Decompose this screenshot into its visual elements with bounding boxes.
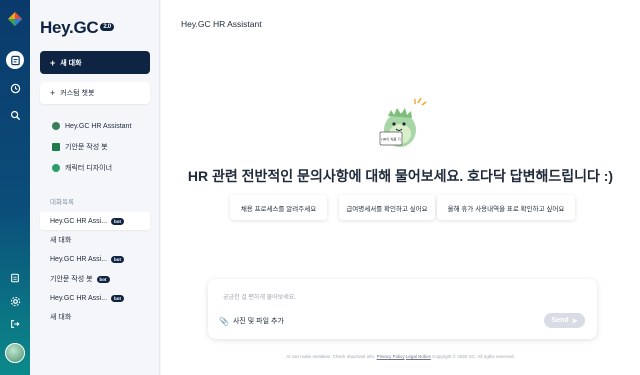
mascot-illustration: HR이 처음 기	[379, 97, 427, 147]
plus-icon: +	[50, 88, 56, 98]
message-input[interactable]: 궁금한 걸 편하게 물어보세요.	[223, 292, 296, 301]
footer-disclaimer: AI can make mistakes. Check important in…	[161, 354, 640, 359]
logo-icon[interactable]	[7, 11, 23, 27]
custom-bot-label: 커스텀 챗봇	[60, 90, 95, 97]
page-title: Hey.GC HR Assistant	[181, 19, 262, 29]
bot-link-character[interactable]: 캐릭터 디자이너	[52, 163, 112, 173]
chat-item-label: 새 대화	[50, 314, 72, 321]
chat-item[interactable]: Hey.GC HR Assi... bot	[40, 250, 150, 268]
mascot-sign-text: HR이 처음 기	[381, 137, 400, 142]
settings-icon[interactable]	[6, 292, 24, 310]
suggestion-chip[interactable]: 채용 프로세스를 알려주세요	[230, 195, 327, 220]
suggestion-chip[interactable]: 급여명세서를 확인하고 싶어요	[339, 195, 435, 220]
legal-link[interactable]: Legal Notice	[406, 354, 431, 359]
custom-bot-button[interactable]: + 커스텀 챗봇	[40, 82, 150, 104]
paperclip-icon: 📎	[219, 316, 229, 326]
new-chat-button[interactable]: + 새 대화	[40, 51, 150, 74]
sidebar: Hey.GC 2.0 + 새 대화 + 커스텀 챗봇 Hey.GC HR Assist…	[30, 0, 160, 375]
privacy-link[interactable]: Privacy Policy	[377, 354, 405, 359]
copyright-text: Copyright © 2025 GC. All rights reserved…	[432, 354, 515, 359]
chat-item-label: Hey.GC HR Assi...	[50, 255, 108, 263]
disclaimer-text: AI can make mistakes. Check important in…	[286, 354, 376, 359]
chat-item-label: 새 대화	[50, 237, 72, 244]
bot-badge: bot	[96, 275, 110, 283]
attach-button[interactable]: 📎 사진 및 파일 추가	[219, 316, 284, 326]
chat-item[interactable]: 새 대화	[40, 308, 150, 326]
chat-item[interactable]: Hey.GC HR Assi... bot	[40, 212, 150, 230]
new-chat-label: 새 대화	[60, 59, 82, 67]
avatar[interactable]	[5, 343, 25, 363]
chat-icon[interactable]	[6, 51, 24, 69]
bot-link-label: Hey.GC HR Assistant	[65, 122, 132, 130]
bot-badge: bot	[111, 255, 125, 263]
send-arrow-icon: ➤	[571, 317, 578, 325]
main-panel: Hey.GC HR Assistant HR이 처음 기 HR 관련 전반적인 …	[161, 0, 640, 375]
chat-item[interactable]: Hey.GC HR Assi... bot	[40, 289, 150, 307]
chat-item-label: Hey.GC HR Assi...	[50, 294, 108, 302]
guide-icon[interactable]	[6, 269, 24, 287]
brand-name: Hey.GC	[40, 18, 99, 37]
bot-link-draft[interactable]: 기안문 작성 봇	[52, 142, 108, 152]
chat-list-label: 대화목록	[50, 199, 74, 206]
chat-item-label: 기안문 작성 봇	[50, 276, 93, 283]
plus-icon: +	[50, 57, 56, 68]
message-composer: 궁금한 걸 편하게 물어보세요. 📎 사진 및 파일 추가 Send ➤	[208, 279, 597, 339]
document-bot-icon	[52, 143, 60, 151]
bot-badge: bot	[111, 294, 125, 302]
welcome-headline: HR 관련 전반적인 문의사항에 대해 물어보세요. 호다닥 답변해드립니다 :…	[187, 168, 614, 184]
bot-link-hr-assistant[interactable]: Hey.GC HR Assistant	[52, 122, 131, 130]
logout-icon[interactable]	[6, 315, 24, 333]
character-bot-icon	[52, 164, 60, 172]
bot-badge: bot	[111, 217, 125, 225]
brand-logo: Hey.GC 2.0	[40, 18, 114, 38]
send-button[interactable]: Send ➤	[544, 313, 585, 328]
history-icon[interactable]	[6, 79, 24, 97]
suggestion-chip[interactable]: 올해 휴가 사용내역을 표로 확인하고 싶어요	[437, 195, 575, 220]
send-label: Send	[551, 317, 569, 324]
chat-item-label: Hey.GC HR Assi...	[50, 217, 108, 225]
bot-link-label: 기안문 작성 봇	[65, 144, 108, 151]
attach-label: 사진 및 파일 추가	[232, 318, 284, 325]
chat-item[interactable]: 기안문 작성 봇 bot	[40, 270, 150, 288]
bot-link-label: 캐릭터 디자이너	[65, 165, 113, 172]
search-icon[interactable]	[6, 106, 24, 124]
chat-item[interactable]: 새 대화	[40, 231, 150, 249]
hr-bot-icon	[52, 122, 60, 130]
nav-rail	[0, 0, 30, 375]
version-badge: 2.0	[100, 22, 114, 31]
